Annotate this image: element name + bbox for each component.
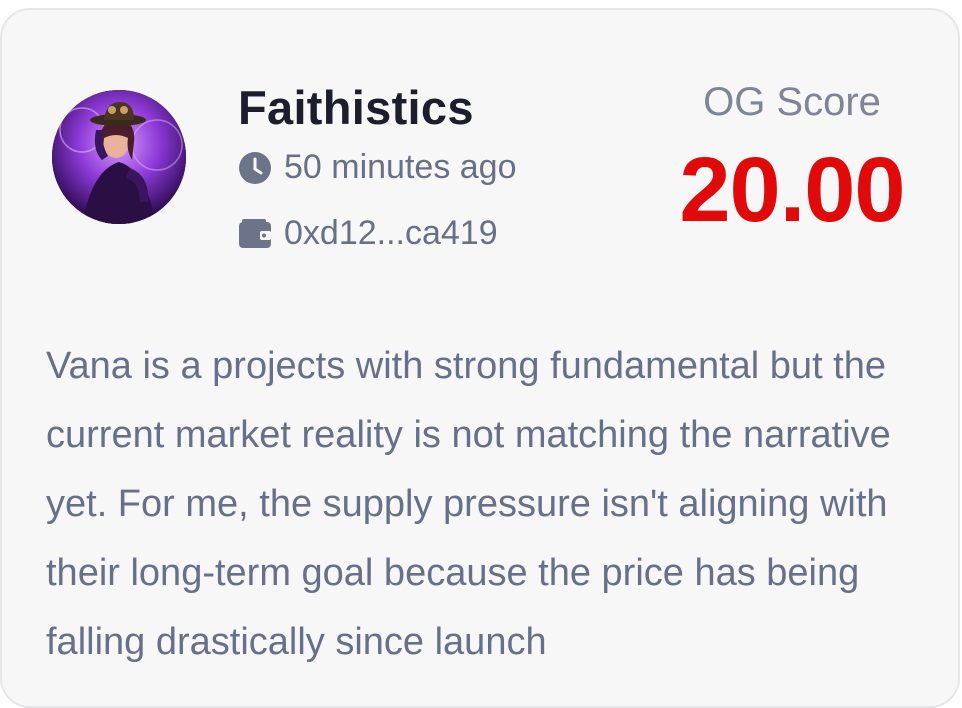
post-body: Vana is a projects with strong fundament…: [46, 345, 891, 663]
wallet-address[interactable]: 0xd12...ca419: [284, 214, 498, 253]
wallet-icon: [238, 217, 272, 251]
og-score-value: 20.00: [679, 139, 905, 241]
og-score-label: OG Score: [703, 80, 881, 124]
timestamp-text: 50 minutes ago: [284, 148, 517, 186]
timestamp-row: 50 minutes ago: [238, 148, 517, 187]
author-name[interactable]: Faithistics: [238, 80, 474, 135]
clock-icon: [238, 151, 272, 185]
post-card: Faithistics 50 minutes ago 0xd12...ca419…: [0, 8, 960, 708]
wallet-row: 0xd12...ca419: [238, 214, 498, 253]
avatar[interactable]: [52, 90, 186, 224]
